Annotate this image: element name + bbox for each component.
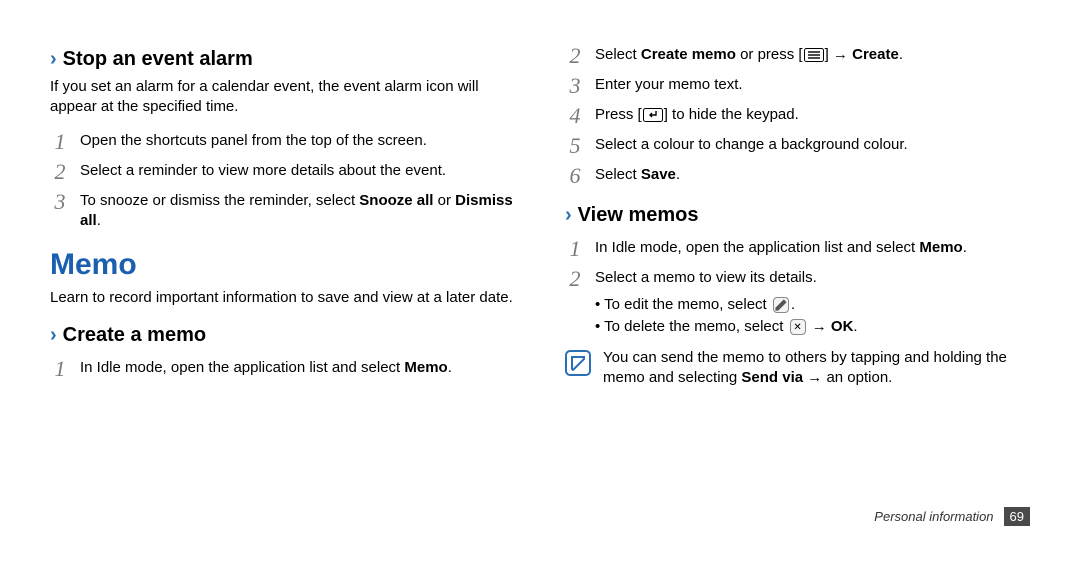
heading-view-memos-text: View memos	[578, 204, 699, 226]
text-fragment: → OK.	[808, 318, 858, 335]
right-column: 2 Select Create memo or press [ ] → Crea…	[565, 40, 1030, 520]
step-text: Select a memo to view its details.	[595, 266, 817, 288]
create-step-6: 6 Select Save.	[565, 163, 1030, 187]
footer-section: Personal information	[874, 509, 993, 524]
heading-stop-alarm: › Stop an event alarm	[50, 48, 515, 71]
heading-create-memo: › Create a memo	[50, 324, 515, 347]
stop-alarm-intro: If you set an alarm for a calendar event…	[50, 77, 515, 118]
note-text: You can send the memo to others by tappi…	[603, 348, 1030, 389]
left-column: › Stop an event alarm If you set an alarm…	[50, 40, 515, 520]
stop-step-1: 1 Open the shortcuts panel from the top …	[50, 129, 515, 153]
stop-step-3: 3 To snooze or dismiss the reminder, sel…	[50, 189, 515, 232]
note-box: You can send the memo to others by tappi…	[565, 348, 1030, 389]
delete-icon: ✕	[790, 319, 806, 335]
step-number: 5	[565, 133, 585, 157]
manual-page: › Stop an event alarm If you set an alarm…	[0, 0, 1080, 540]
view-step-1: 1 In Idle mode, open the application lis…	[565, 236, 1030, 260]
note-icon	[565, 350, 591, 376]
step-number: 3	[50, 189, 70, 213]
bullet-edit: • To edit the memo, select .	[595, 295, 1030, 315]
stop-step-2: 2 Select a reminder to view more details…	[50, 159, 515, 183]
step-text: Enter your memo text.	[595, 73, 743, 95]
step-text: In Idle mode, open the application list …	[80, 356, 452, 378]
step-text: To snooze or dismiss the reminder, selec…	[80, 189, 515, 232]
step-number: 6	[565, 163, 585, 187]
step-text: In Idle mode, open the application list …	[595, 236, 967, 258]
memo-intro: Learn to record important information to…	[50, 288, 515, 308]
text-fragment: ] to hide the keypad.	[664, 106, 799, 123]
step-number: 1	[565, 236, 585, 260]
heading-create-memo-text: Create a memo	[63, 324, 206, 346]
heading-stop-alarm-text: Stop an event alarm	[63, 48, 253, 70]
text-fragment: • To delete the memo, select	[595, 318, 788, 335]
step-number: 4	[565, 103, 585, 127]
heading-view-memos: › View memos	[565, 204, 1030, 227]
step-number: 2	[565, 266, 585, 290]
step-number: 1	[50, 356, 70, 380]
create-step-3: 3 Enter your memo text.	[565, 73, 1030, 97]
step-number: 1	[50, 129, 70, 153]
step-text: Select Create memo or press [ ] → Create…	[595, 43, 903, 65]
chevron-icon: ›	[50, 324, 57, 346]
create-step-2: 2 Select Create memo or press [ ] → Crea…	[565, 43, 1030, 67]
step-text: Select Save.	[595, 163, 680, 185]
edit-icon	[773, 297, 789, 313]
step-text: Open the shortcuts panel from the top of…	[80, 129, 427, 151]
create-step-1: 1 In Idle mode, open the application lis…	[50, 356, 515, 380]
chevron-icon: ›	[565, 204, 572, 226]
text-fragment: ] → Create.	[825, 46, 903, 63]
text-fragment: • To edit the memo, select	[595, 296, 771, 313]
step-number: 3	[565, 73, 585, 97]
page-number: 69	[1004, 507, 1030, 526]
text-fragment: Select Create memo or press [	[595, 46, 803, 63]
step-number: 2	[565, 43, 585, 67]
bullet-delete: • To delete the memo, select ✕ → OK.	[595, 317, 1030, 337]
create-step-4: 4 Press [ ] to hide the keypad.	[565, 103, 1030, 127]
step-text: Select a reminder to view more details a…	[80, 159, 446, 181]
section-title-memo: Memo	[50, 248, 515, 282]
text-fragment: Press [	[595, 106, 642, 123]
back-key-icon	[643, 108, 663, 122]
step-text: Press [ ] to hide the keypad.	[595, 103, 799, 125]
step-number: 2	[50, 159, 70, 183]
page-footer: Personal information 69	[874, 507, 1030, 526]
view-step-2: 2 Select a memo to view its details.	[565, 266, 1030, 290]
create-step-5: 5 Select a colour to change a background…	[565, 133, 1030, 157]
menu-key-icon	[804, 48, 824, 62]
step-text: Select a colour to change a background c…	[595, 133, 908, 155]
chevron-icon: ›	[50, 48, 57, 70]
